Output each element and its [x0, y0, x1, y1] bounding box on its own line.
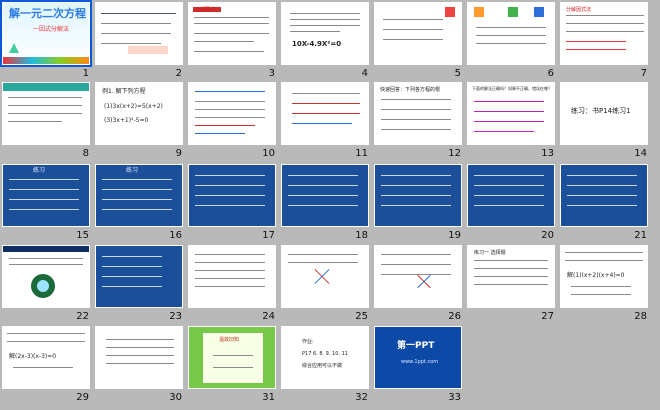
slide-number: 24 [262, 311, 275, 322]
slide-14-text: 练习：书P14练习1 [571, 107, 631, 115]
slide-number: 21 [634, 230, 647, 241]
slide-33-brand: 第一PPT [397, 341, 435, 351]
slide-thumbnail-31[interactable]: 温故旧知 31 [188, 326, 276, 403]
slide-number: 16 [169, 230, 182, 241]
slide-thumbnail-15[interactable]: 练习 15 [2, 164, 90, 241]
slide-number: 25 [355, 311, 368, 322]
slide-number: 7 [640, 68, 647, 79]
slide-number: 18 [355, 230, 368, 241]
slide-thumbnail-2[interactable]: 2 [95, 2, 183, 79]
slide-7-label: 分解因式法 [566, 7, 592, 13]
slide-32-homework: 作业: [302, 339, 314, 345]
slide-27-heading: 练习一 选择题 [474, 250, 506, 256]
slide-thumbnail-19[interactable]: 19 [374, 164, 462, 241]
slide-thumbnail-30[interactable]: 30 [95, 326, 183, 403]
slide-15-heading: 练习 [33, 167, 46, 174]
slide-number: 22 [76, 311, 89, 322]
slide-thumbnail-14[interactable]: 练习：书P14练习1 14 [560, 82, 648, 159]
slide-1-subtitle: 一因式分解法 [33, 26, 70, 33]
slide-thumbnail-25[interactable]: 25 [281, 245, 369, 322]
slide-16-heading: 练习 [126, 167, 139, 174]
slide-thumbnail-27[interactable]: 练习一 选择题 27 [467, 245, 555, 322]
slide-thumbnail-5[interactable]: 5 [374, 2, 462, 79]
slide-number: 27 [541, 311, 554, 322]
slide-thumbnail-8[interactable]: 8 [2, 82, 90, 159]
slide-thumbnail-9[interactable]: 例1. 解下列方程 (1)3x(x+2)=5(x+2) (3)3x+1)²-5=… [95, 82, 183, 159]
slide-number: 5 [454, 68, 461, 79]
slide-thumbnail-4[interactable]: 10X-4.9X²=0 4 [281, 2, 369, 79]
slide-number: 26 [448, 311, 461, 322]
slide-31-heading: 温故旧知 [219, 337, 240, 343]
slide-thumbnail-20[interactable]: 20 [467, 164, 555, 241]
slide-thumbnail-28[interactable]: 解(1)(x+2)(x+4)=0 28 [560, 245, 648, 322]
slide-number: 28 [634, 311, 647, 322]
slide-12-question: 快速回答：下列各方程的根 [380, 87, 441, 93]
slide-number: 13 [541, 148, 554, 159]
slide-number: 11 [355, 148, 368, 159]
slide-thumbnail-18[interactable]: 18 [281, 164, 369, 241]
slide-33-site: www.1ppt.com [401, 359, 439, 365]
slide-number: 4 [361, 68, 368, 79]
slide-number: 15 [76, 230, 89, 241]
slide-number: 1 [82, 68, 89, 79]
slide-thumbnail-29[interactable]: 解(2x-3)(x-3)=0 29 [2, 326, 90, 403]
slide-thumbnail-6[interactable]: 6 [467, 2, 555, 79]
slide-9-equation-2: (3)3x+1)²-5=0 [104, 117, 149, 124]
slide-thumbnail-10[interactable]: 10 [188, 82, 276, 159]
slide-sorter-grid: 解一元二次方程 一因式分解法 1 2 分解因式 3 10X-4.9X²=0 4 … [0, 0, 658, 408]
slide-thumbnail-23[interactable]: 23 [95, 245, 183, 322]
slide-number: 32 [355, 392, 368, 403]
slide-4-equation: 10X-4.9X²=0 [292, 40, 342, 48]
slide-number: 14 [634, 148, 647, 159]
slide-13-question: 下面的解法正确吗？如果不正确，错误在哪？ [472, 86, 552, 91]
slide-number: 8 [82, 148, 89, 159]
slide-9-equation-1: (1)3x(x+2)=5(x+2) [104, 103, 163, 110]
slide-thumbnail-11[interactable]: 11 [281, 82, 369, 159]
slide-thumbnail-7[interactable]: 分解因式法 7 [560, 2, 648, 79]
slide-thumbnail-17[interactable]: 17 [188, 164, 276, 241]
slide-thumbnail-3[interactable]: 分解因式 3 [188, 2, 276, 79]
slide-number: 29 [76, 392, 89, 403]
slide-9-heading: 例1. 解下列方程 [102, 88, 146, 95]
slide-number: 6 [547, 68, 554, 79]
slide-number: 12 [448, 148, 461, 159]
slide-thumbnail-22[interactable]: 22 [2, 245, 90, 322]
slide-thumbnail-24[interactable]: 24 [188, 245, 276, 322]
slide-number: 20 [541, 230, 554, 241]
slide-number: 10 [262, 148, 275, 159]
slide-1-title: 解一元二次方程 [9, 7, 86, 20]
slide-number: 19 [448, 230, 461, 241]
slide-32-homework-items: P17 6. 8. 9. 10. 11 [302, 351, 348, 357]
slide-number: 3 [268, 68, 275, 79]
slide-number: 33 [448, 392, 461, 403]
slide-thumbnail-1[interactable]: 解一元二次方程 一因式分解法 1 [0, 0, 92, 79]
slide-thumbnail-12[interactable]: 快速回答：下列各方程的根 12 [374, 82, 462, 159]
slide-thumbnail-13[interactable]: 下面的解法正确吗？如果不正确，错误在哪？ 13 [467, 82, 555, 159]
slide-number: 2 [175, 68, 182, 79]
slide-28-solution: 解(1)(x+2)(x+4)=0 [567, 272, 625, 279]
slide-thumbnail-33[interactable]: 第一PPT www.1ppt.com 33 [374, 326, 462, 403]
slide-thumbnail-21[interactable]: 21 [560, 164, 648, 241]
slide-number: 30 [169, 392, 182, 403]
slide-number: 9 [175, 148, 182, 159]
slide-32-homework-note: 综合应用可以不做 [302, 363, 343, 369]
slide-3-label: 分解因式 [195, 7, 216, 13]
slide-number: 23 [169, 311, 182, 322]
slide-thumbnail-32[interactable]: 作业: P17 6. 8. 9. 10. 11 综合应用可以不做 32 [281, 326, 369, 403]
slide-thumbnail-16[interactable]: 练习 16 [95, 164, 183, 241]
slide-thumbnail-26[interactable]: 26 [374, 245, 462, 322]
slide-29-solution: 解(2x-3)(x-3)=0 [9, 353, 57, 360]
slide-number: 31 [262, 392, 275, 403]
slide-number: 17 [262, 230, 275, 241]
